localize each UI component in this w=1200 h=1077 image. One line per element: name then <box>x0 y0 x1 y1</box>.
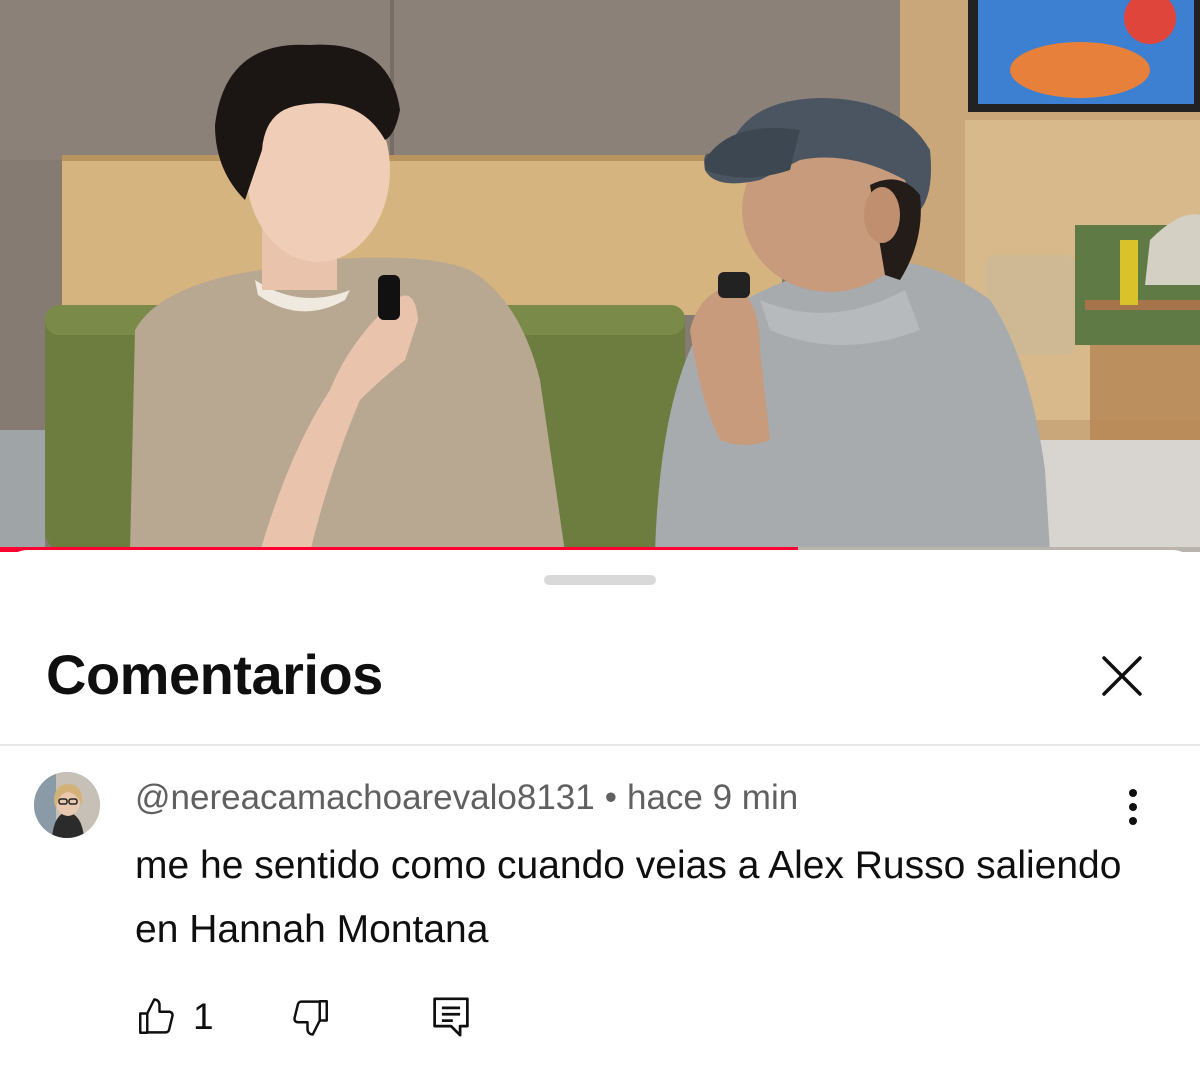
close-button[interactable] <box>1096 650 1148 702</box>
comment-meta: @nereacamachoarevalo8131 • hace 9 min <box>135 778 798 818</box>
dislike-button[interactable] <box>290 992 332 1042</box>
comment-author[interactable]: @nereacamachoarevalo8131 <box>135 778 595 817</box>
avatar-image <box>34 772 100 838</box>
divider <box>0 744 1200 746</box>
reply-icon <box>433 997 469 1037</box>
avatar[interactable] <box>34 772 100 838</box>
like-button[interactable]: 1 <box>135 992 214 1042</box>
meta-separator: • <box>604 778 617 817</box>
comment-more-button[interactable] <box>1110 784 1156 830</box>
close-icon <box>1102 656 1142 696</box>
sheet-title: Comentarios <box>46 643 383 706</box>
reply-button[interactable] <box>431 992 471 1042</box>
like-count: 1 <box>193 996 214 1037</box>
video-frame <box>0 0 1200 552</box>
comment-actions: 1 <box>135 992 635 1042</box>
drag-handle[interactable] <box>544 575 656 585</box>
comment-time: hace 9 min <box>626 778 799 817</box>
comments-sheet: Comentarios @nereacamachoarevalo8131 • hac… <box>0 550 1200 1077</box>
more-vertical-icon <box>1129 789 1137 825</box>
thumbs-up-icon <box>139 998 174 1034</box>
thumbs-down-icon <box>293 1000 328 1036</box>
video-player[interactable] <box>0 0 1200 552</box>
comment-text: me he sentido como cuando veias a Alex R… <box>135 844 1122 951</box>
